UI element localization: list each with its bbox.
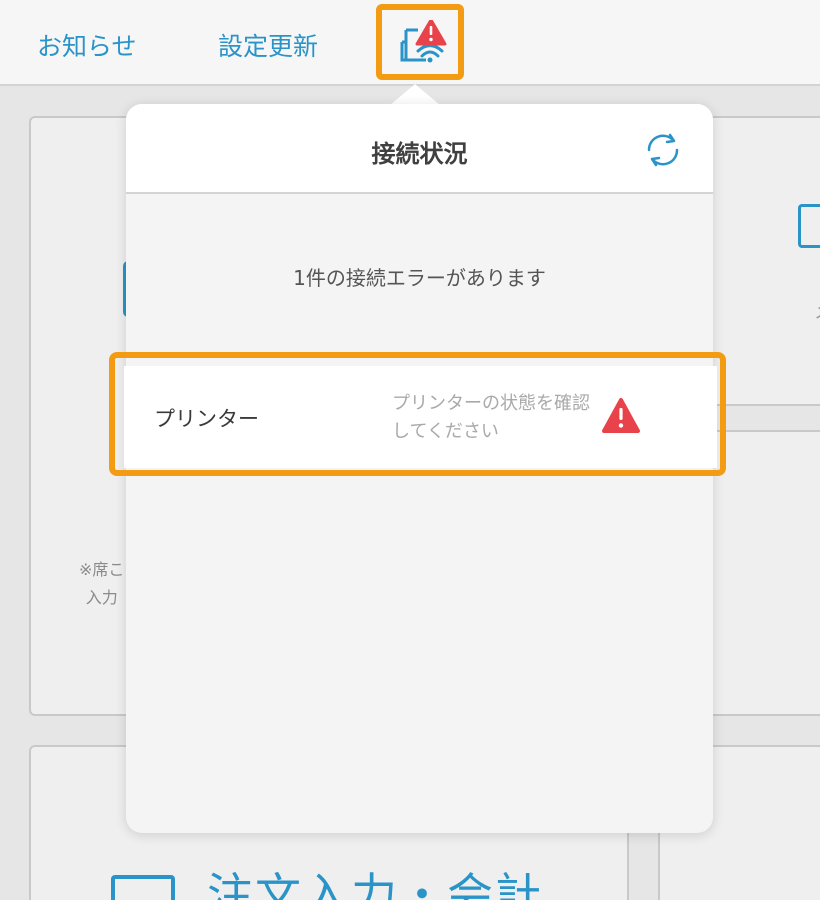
- settings-update-link[interactable]: 設定更新: [218, 27, 318, 63]
- printer-row-highlight: [109, 352, 726, 476]
- seat-note-text: ※席こ 入力: [79, 560, 125, 607]
- printer-wifi-alert-icon: [400, 20, 447, 63]
- receipt-icon: [798, 204, 820, 248]
- popover-header: 接続状況: [126, 104, 713, 194]
- top-bar: お知らせ 設定更新: [0, 0, 820, 86]
- error-summary-text: 1件の接続エラーがあります: [293, 266, 546, 290]
- popover-title: 接続状況: [371, 140, 468, 168]
- popover-arrow: [389, 84, 441, 106]
- refresh-icon[interactable]: [643, 130, 683, 170]
- panel-label-fragment: メ: [814, 298, 820, 324]
- notice-link[interactable]: お知らせ: [37, 27, 137, 63]
- order-entry-label: 注文入力・会計: [207, 868, 543, 900]
- connection-status-button[interactable]: [376, 4, 464, 80]
- register-icon: [111, 875, 175, 900]
